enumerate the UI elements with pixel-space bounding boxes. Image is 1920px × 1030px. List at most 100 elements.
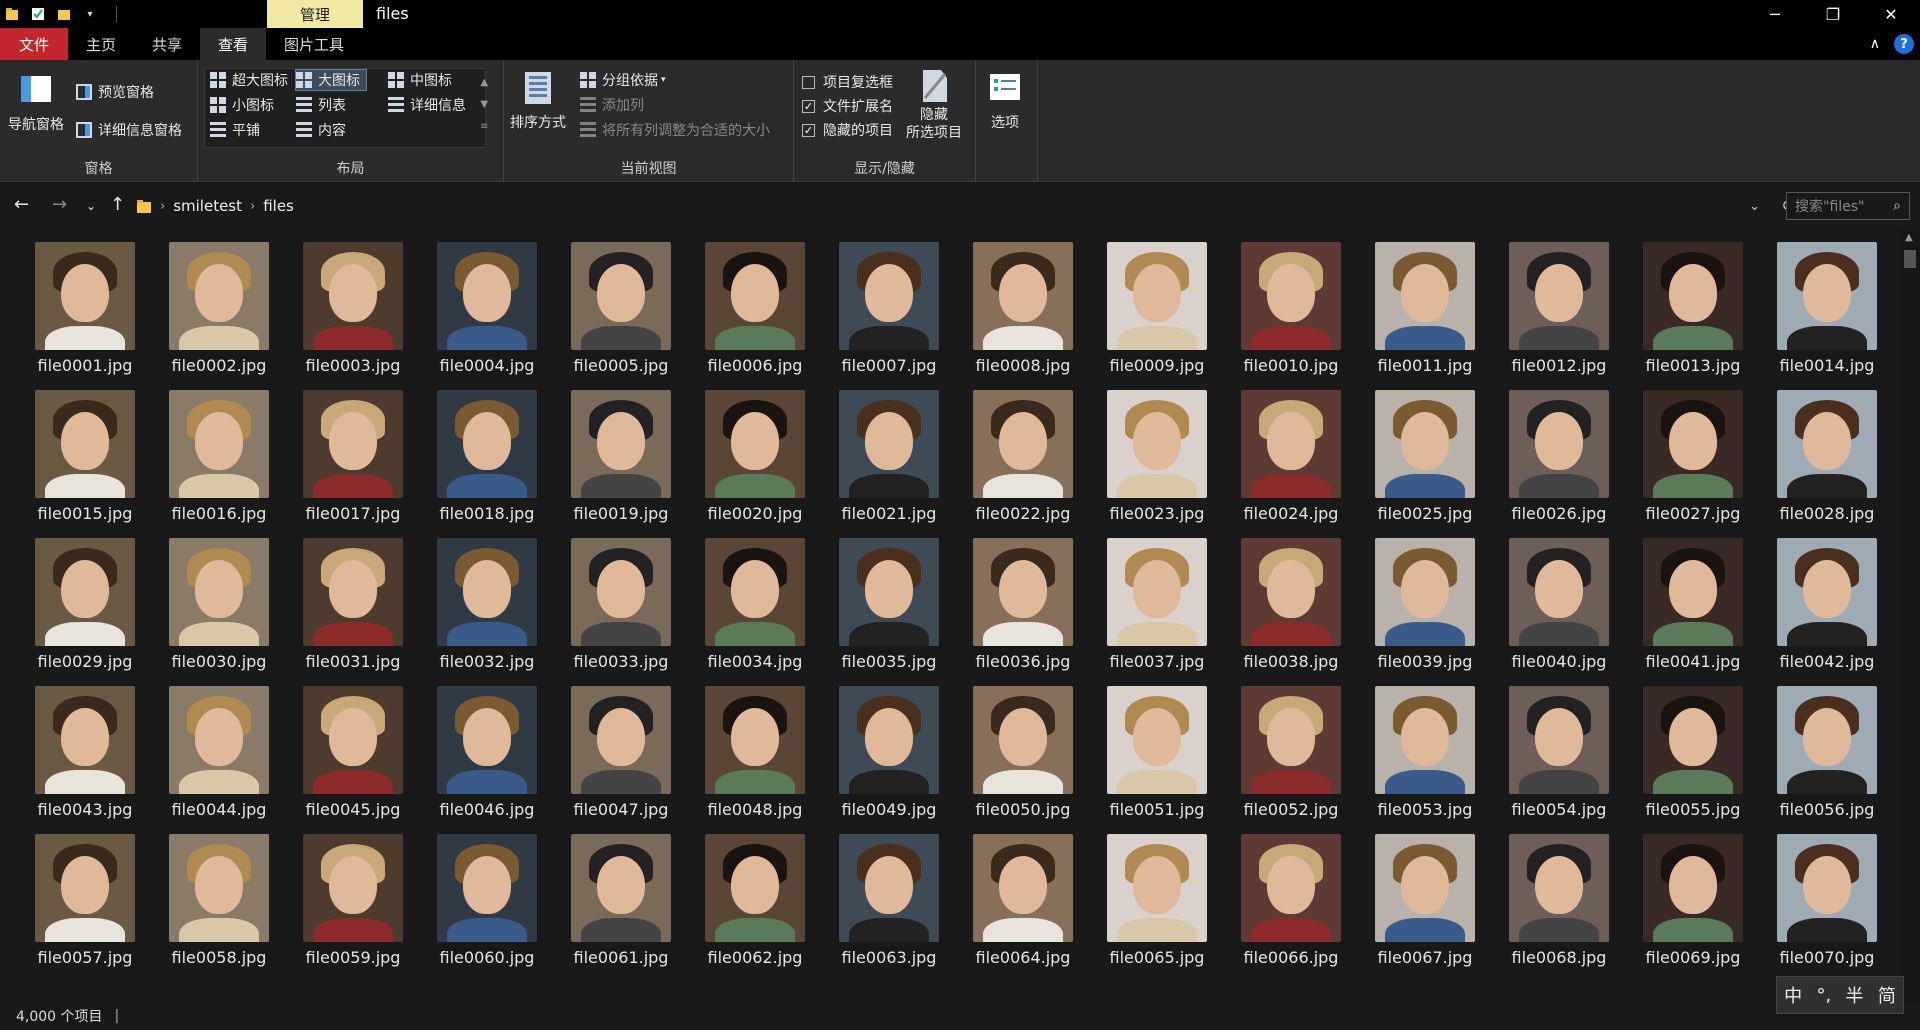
close-button[interactable]: ✕ <box>1862 0 1920 28</box>
file-item[interactable]: file0036.jpg <box>956 538 1090 686</box>
back-icon[interactable]: ← <box>14 194 29 215</box>
item-checkboxes-toggle[interactable]: 项目复选框 <box>802 72 893 92</box>
new-folder-icon[interactable] <box>56 6 72 22</box>
file-item[interactable]: file0016.jpg <box>152 390 286 538</box>
file-item[interactable]: file0043.jpg <box>18 686 152 834</box>
hidden-items-toggle[interactable]: ✓ 隐藏的项目 <box>802 120 893 140</box>
file-item[interactable]: file0008.jpg <box>956 242 1090 390</box>
ime-script[interactable]: 简 <box>1878 982 1896 1008</box>
address-bar[interactable]: › smiletest › files <box>136 192 1762 220</box>
file-item[interactable]: file0030.jpg <box>152 538 286 686</box>
customize-toolbar-icon[interactable]: ▾ <box>82 6 98 22</box>
file-item[interactable]: file0066.jpg <box>1224 834 1358 982</box>
tab-view[interactable]: 查看 <box>200 28 267 60</box>
ime-language[interactable]: 中 <box>1784 982 1802 1008</box>
search-input[interactable]: 搜索"files" ⌕ <box>1786 192 1910 220</box>
file-item[interactable]: file0054.jpg <box>1492 686 1626 834</box>
file-item[interactable]: file0021.jpg <box>822 390 956 538</box>
file-item[interactable]: file0034.jpg <box>688 538 822 686</box>
file-item[interactable]: file0044.jpg <box>152 686 286 834</box>
layout-scroll[interactable]: ▲ ▼ ≡ <box>480 72 488 138</box>
size-all-columns-button[interactable]: 将所有列调整为合适的大小 <box>580 120 770 140</box>
preview-pane-button[interactable]: 预览窗格 <box>76 82 154 102</box>
file-item[interactable]: file0045.jpg <box>286 686 420 834</box>
breadcrumb-item[interactable]: files <box>263 197 294 215</box>
options-button[interactable]: 选项 <box>988 70 1022 132</box>
file-item[interactable]: file0050.jpg <box>956 686 1090 834</box>
file-item[interactable]: file0063.jpg <box>822 834 956 982</box>
layout-small-icons[interactable]: 小图标 <box>210 95 274 115</box>
file-item[interactable]: file0046.jpg <box>420 686 554 834</box>
file-item[interactable]: file0006.jpg <box>688 242 822 390</box>
collapse-ribbon-icon[interactable]: ∧ <box>1870 36 1880 52</box>
file-item[interactable]: file0012.jpg <box>1492 242 1626 390</box>
ime-width[interactable]: 半 <box>1846 982 1864 1008</box>
file-item[interactable]: file0032.jpg <box>420 538 554 686</box>
folder-icon[interactable] <box>4 6 20 22</box>
file-extensions-toggle[interactable]: ✓ 文件扩展名 <box>802 96 893 116</box>
forward-icon[interactable]: → <box>52 194 67 215</box>
vertical-scrollbar[interactable]: ▲ <box>1900 230 1920 1001</box>
file-item[interactable]: file0052.jpg <box>1224 686 1358 834</box>
hide-selected-button[interactable]: 隐藏 所选项目 <box>906 68 962 142</box>
file-item[interactable]: file0061.jpg <box>554 834 688 982</box>
recent-locations-icon[interactable]: ⌄ <box>86 199 96 213</box>
file-item[interactable]: file0038.jpg <box>1224 538 1358 686</box>
file-item[interactable]: file0018.jpg <box>420 390 554 538</box>
group-by-button[interactable]: 分组依据 ▾ <box>580 70 666 90</box>
breadcrumb-item[interactable]: smiletest <box>173 197 242 215</box>
manage-context-tab[interactable]: 管理 <box>267 0 363 28</box>
tab-picture-tools[interactable]: 图片工具 <box>266 28 362 60</box>
file-item[interactable]: file0053.jpg <box>1358 686 1492 834</box>
file-item[interactable]: file0002.jpg <box>152 242 286 390</box>
file-item[interactable]: file0009.jpg <box>1090 242 1224 390</box>
file-item[interactable]: file0026.jpg <box>1492 390 1626 538</box>
file-item[interactable]: file0013.jpg <box>1626 242 1760 390</box>
scroll-up-icon[interactable]: ▲ <box>480 72 488 94</box>
file-item[interactable]: file0064.jpg <box>956 834 1090 982</box>
file-item[interactable]: file0027.jpg <box>1626 390 1760 538</box>
file-item[interactable]: file0037.jpg <box>1090 538 1224 686</box>
file-item[interactable]: file0011.jpg <box>1358 242 1492 390</box>
help-icon[interactable]: ? <box>1894 34 1914 54</box>
layout-content[interactable]: 内容 <box>296 120 346 140</box>
file-item[interactable]: file0003.jpg <box>286 242 420 390</box>
details-pane-button[interactable]: 详细信息窗格 <box>76 120 182 140</box>
file-item[interactable]: file0041.jpg <box>1626 538 1760 686</box>
file-item[interactable]: file0056.jpg <box>1760 686 1894 834</box>
file-item[interactable]: file0001.jpg <box>18 242 152 390</box>
tab-share[interactable]: 共享 <box>134 28 200 60</box>
file-item[interactable]: file0040.jpg <box>1492 538 1626 686</box>
file-item[interactable]: file0051.jpg <box>1090 686 1224 834</box>
navigation-pane-button[interactable]: 导航窗格 <box>8 72 64 134</box>
file-item[interactable]: file0048.jpg <box>688 686 822 834</box>
scrollbar-thumb[interactable] <box>1904 250 1916 268</box>
file-item[interactable]: file0068.jpg <box>1492 834 1626 982</box>
layout-large-icons[interactable]: 大图标 <box>295 69 367 91</box>
sort-by-button[interactable]: 排序方式 <box>510 70 566 132</box>
layout-extra-large-icons[interactable]: 超大图标 <box>210 70 288 90</box>
restore-button[interactable]: ❐ <box>1804 0 1862 28</box>
file-item[interactable]: file0031.jpg <box>286 538 420 686</box>
file-item[interactable]: file0033.jpg <box>554 538 688 686</box>
ime-punctuation[interactable]: °, <box>1816 985 1831 1006</box>
file-item[interactable]: file0023.jpg <box>1090 390 1224 538</box>
file-item[interactable]: file0057.jpg <box>18 834 152 982</box>
file-item[interactable]: file0020.jpg <box>688 390 822 538</box>
more-icon[interactable]: ≡ <box>480 116 488 138</box>
file-item[interactable]: file0019.jpg <box>554 390 688 538</box>
file-item[interactable]: file0070.jpg <box>1760 834 1894 982</box>
file-item[interactable]: file0055.jpg <box>1626 686 1760 834</box>
file-item[interactable]: file0067.jpg <box>1358 834 1492 982</box>
file-item[interactable]: file0047.jpg <box>554 686 688 834</box>
file-item[interactable]: file0005.jpg <box>554 242 688 390</box>
file-item[interactable]: file0004.jpg <box>420 242 554 390</box>
layout-medium-icons[interactable]: 中图标 <box>388 70 452 90</box>
tab-file[interactable]: 文件 <box>0 28 68 60</box>
file-item[interactable]: file0015.jpg <box>18 390 152 538</box>
up-icon[interactable]: ↑ <box>110 194 125 215</box>
tab-home[interactable]: 主页 <box>68 28 134 60</box>
file-item[interactable]: file0022.jpg <box>956 390 1090 538</box>
hidden-items-checkbox[interactable]: ✓ <box>802 123 815 137</box>
scroll-up-icon[interactable]: ▲ <box>1905 232 1913 243</box>
